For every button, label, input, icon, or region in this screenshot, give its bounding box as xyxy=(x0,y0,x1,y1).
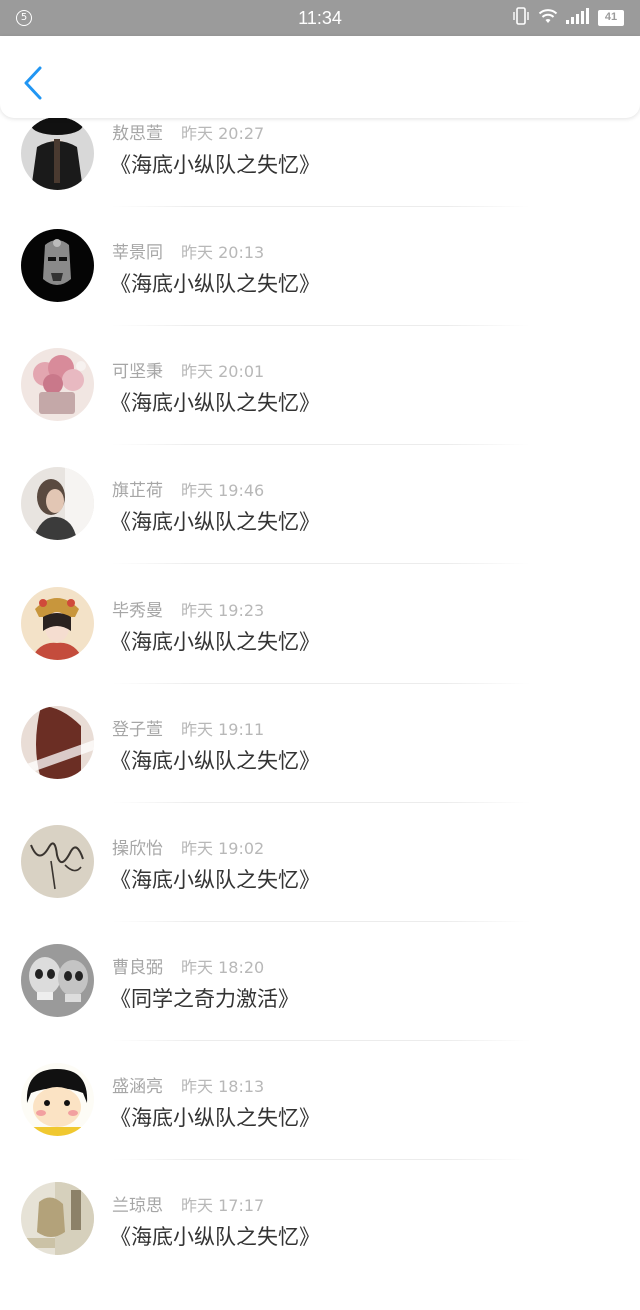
vibrate-icon xyxy=(512,6,530,30)
item-meta: 莘景同 昨天 20:13 xyxy=(112,238,264,263)
item-time: 昨天 20:27 xyxy=(181,124,265,143)
item-time: 昨天 18:20 xyxy=(181,958,265,977)
item-meta: 旗芷荷 昨天 19:46 xyxy=(112,476,264,501)
avatar xyxy=(21,117,94,190)
top-nav-bar xyxy=(0,36,640,118)
divider xyxy=(112,921,530,922)
chevron-left-icon xyxy=(18,66,48,108)
list-item[interactable]: 毕秀曼 昨天 19:23 《海底小纵队之失忆》 xyxy=(0,587,640,715)
divider xyxy=(112,444,530,445)
item-name: 旗芷荷 xyxy=(112,481,163,501)
item-time: 昨天 19:02 xyxy=(181,839,265,858)
list-item[interactable]: 兰琼思 昨天 17:17 《海底小纵队之失忆》 xyxy=(0,1182,640,1310)
avatar xyxy=(21,825,94,898)
list-item[interactable]: 敖思萱 昨天 20:27 《海底小纵队之失忆》 xyxy=(0,117,640,238)
status-bar: 5 11:34 41 xyxy=(0,0,640,36)
item-name: 莘景同 xyxy=(112,243,163,263)
item-title: 《海底小纵队之失忆》 xyxy=(110,630,320,654)
item-name: 曹良弼 xyxy=(112,958,163,978)
avatar xyxy=(21,587,94,660)
item-time: 昨天 18:13 xyxy=(181,1077,265,1096)
item-time: 昨天 20:01 xyxy=(181,362,265,381)
divider xyxy=(112,206,530,207)
item-name: 毕秀曼 xyxy=(112,601,163,621)
item-meta: 盛涵亮 昨天 18:13 xyxy=(112,1072,264,1097)
battery-icon: 41 xyxy=(598,10,624,26)
item-title: 《海底小纵队之失忆》 xyxy=(110,749,320,773)
item-time: 昨天 19:23 xyxy=(181,601,265,620)
item-meta: 登子萱 昨天 19:11 xyxy=(112,715,264,740)
item-name: 操欣怡 xyxy=(112,839,163,859)
list-item[interactable]: 莘景同 昨天 20:13 《海底小纵队之失忆》 xyxy=(0,229,640,357)
item-title: 《海底小纵队之失忆》 xyxy=(110,510,320,534)
divider xyxy=(112,1040,530,1041)
item-time: 昨天 17:17 xyxy=(181,1196,265,1215)
avatar xyxy=(21,348,94,421)
divider xyxy=(112,683,530,684)
item-meta: 敖思萱 昨天 20:27 xyxy=(112,119,264,144)
list-item[interactable]: 可坚秉 昨天 20:01 《海底小纵队之失忆》 xyxy=(0,348,640,476)
item-time: 昨天 20:13 xyxy=(181,243,265,262)
item-title: 《海底小纵队之失忆》 xyxy=(110,868,320,892)
item-name: 兰琼思 xyxy=(112,1196,163,1216)
avatar xyxy=(21,1182,94,1255)
item-title: 《同学之奇力激活》 xyxy=(110,987,299,1011)
avatar xyxy=(21,944,94,1017)
status-icons: 41 xyxy=(512,7,624,29)
avatar xyxy=(21,1063,94,1136)
item-name: 盛涵亮 xyxy=(112,1077,163,1097)
item-title: 《海底小纵队之失忆》 xyxy=(110,272,320,296)
item-meta: 兰琼思 昨天 17:17 xyxy=(112,1191,264,1216)
item-title: 《海底小纵队之失忆》 xyxy=(110,1106,320,1130)
divider xyxy=(112,1159,530,1160)
signal-icon xyxy=(566,8,590,28)
item-meta: 毕秀曼 昨天 19:23 xyxy=(112,596,264,621)
divider xyxy=(112,325,530,326)
item-time: 昨天 19:46 xyxy=(181,481,265,500)
avatar xyxy=(21,706,94,779)
item-meta: 可坚秉 昨天 20:01 xyxy=(112,357,264,382)
item-name: 登子萱 xyxy=(112,720,163,740)
item-title: 《海底小纵队之失忆》 xyxy=(110,391,320,415)
item-name: 敖思萱 xyxy=(112,124,163,144)
back-button[interactable] xyxy=(18,64,48,104)
list-item[interactable]: 曹良弼 昨天 18:20 《同学之奇力激活》 xyxy=(0,944,640,1072)
item-meta: 操欣怡 昨天 19:02 xyxy=(112,834,264,859)
item-title: 《海底小纵队之失忆》 xyxy=(110,153,320,177)
item-time: 昨天 19:11 xyxy=(181,720,265,739)
divider xyxy=(112,802,530,803)
list-item[interactable]: 旗芷荷 昨天 19:46 《海底小纵队之失忆》 xyxy=(0,467,640,595)
item-title: 《海底小纵队之失忆》 xyxy=(110,1225,320,1249)
divider xyxy=(112,563,530,564)
item-meta: 曹良弼 昨天 18:20 xyxy=(112,953,264,978)
avatar xyxy=(21,467,94,540)
list-item[interactable]: 登子萱 昨天 19:11 《海底小纵队之失忆》 xyxy=(0,706,640,834)
list-item[interactable]: 操欣怡 昨天 19:02 《海底小纵队之失忆》 xyxy=(0,825,640,953)
list-item[interactable]: 盛涵亮 昨天 18:13 《海底小纵队之失忆》 xyxy=(0,1063,640,1191)
item-name: 可坚秉 xyxy=(112,362,163,382)
avatar xyxy=(21,229,94,302)
wifi-icon xyxy=(538,8,558,28)
